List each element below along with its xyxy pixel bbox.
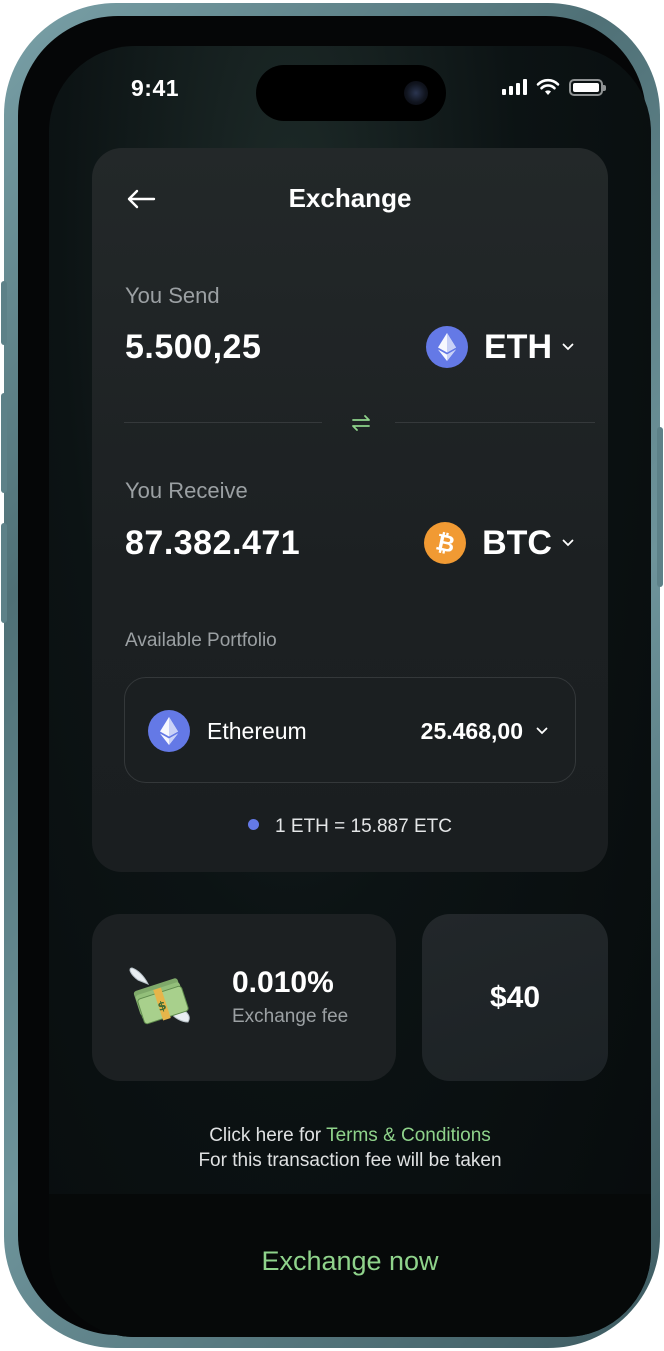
camera-icon — [404, 81, 428, 105]
portfolio-select[interactable]: Ethereum 25.468,00 — [124, 677, 576, 783]
action-button — [1, 281, 7, 345]
swap-icon[interactable] — [350, 412, 372, 434]
receive-coin-code: BTC — [482, 523, 552, 562]
terms-prefix: Click here for — [209, 1125, 327, 1146]
receive-coin-select[interactable]: ₿ BTC — [424, 522, 574, 564]
battery-icon — [569, 78, 606, 96]
exchange-now-button[interactable]: Exchange now — [49, 1246, 651, 1277]
chevron-down-icon — [536, 727, 548, 735]
portfolio-asset-value: 25.468,00 — [420, 718, 523, 744]
send-coin-select[interactable]: ETH — [426, 326, 574, 368]
eth-icon — [148, 710, 190, 752]
send-coin-code: ETH — [484, 327, 552, 366]
status-icons — [502, 78, 606, 96]
fee-price-card: $40 — [422, 914, 608, 1081]
fee-price: $40 — [489, 980, 541, 1014]
send-amount[interactable]: 5.500,25 — [125, 328, 261, 367]
volume-down-button — [1, 523, 7, 623]
exchange-rate-text: 1 ETH = 15.887 ETC — [275, 816, 452, 837]
bezel: 9:41 Exchange You Send 5.500,25 ETH You … — [18, 16, 651, 1337]
chevron-down-icon — [562, 539, 574, 547]
terms-text: Click here for Terms & Conditions For th… — [49, 1123, 651, 1173]
portfolio-asset-name: Ethereum — [207, 718, 307, 744]
portfolio-label: Available Portfolio — [125, 630, 277, 651]
divider-right — [395, 422, 595, 423]
fee-percent: 0.010% — [232, 966, 334, 999]
exchange-card: Exchange You Send 5.500,25 ETH You Recei… — [92, 148, 608, 872]
page-title: Exchange — [288, 183, 412, 213]
exchange-rate: 1 ETH = 15.887 ETC — [92, 816, 608, 838]
phone-frame: 9:41 Exchange You Send 5.500,25 ETH You … — [1, 3, 663, 1348]
status-time: 9:41 — [131, 75, 180, 101]
terms-note: For this transaction fee will be taken — [198, 1150, 502, 1171]
dynamic-island — [256, 65, 446, 121]
send-label: You Send — [125, 283, 220, 308]
volume-up-button — [1, 393, 7, 493]
power-button — [657, 427, 663, 587]
btc-icon: ₿ — [424, 522, 467, 564]
wifi-icon — [536, 78, 560, 95]
receive-amount[interactable]: 87.382.471 — [125, 524, 300, 563]
receive-label: You Receive — [125, 478, 248, 503]
terms-link[interactable]: Terms & Conditions — [326, 1125, 491, 1146]
signal-icon — [502, 79, 527, 95]
rate-dot-icon — [248, 819, 260, 831]
chevron-down-icon — [562, 343, 574, 351]
eth-icon — [426, 326, 468, 368]
divider-left — [124, 422, 322, 423]
fee-label: Exchange fee — [232, 1006, 349, 1027]
screen: 9:41 Exchange You Send 5.500,25 ETH You … — [49, 46, 651, 1337]
money-wings-icon: $ — [129, 967, 190, 1025]
fee-card: $ 0.010% Exchange fee — [92, 914, 396, 1081]
